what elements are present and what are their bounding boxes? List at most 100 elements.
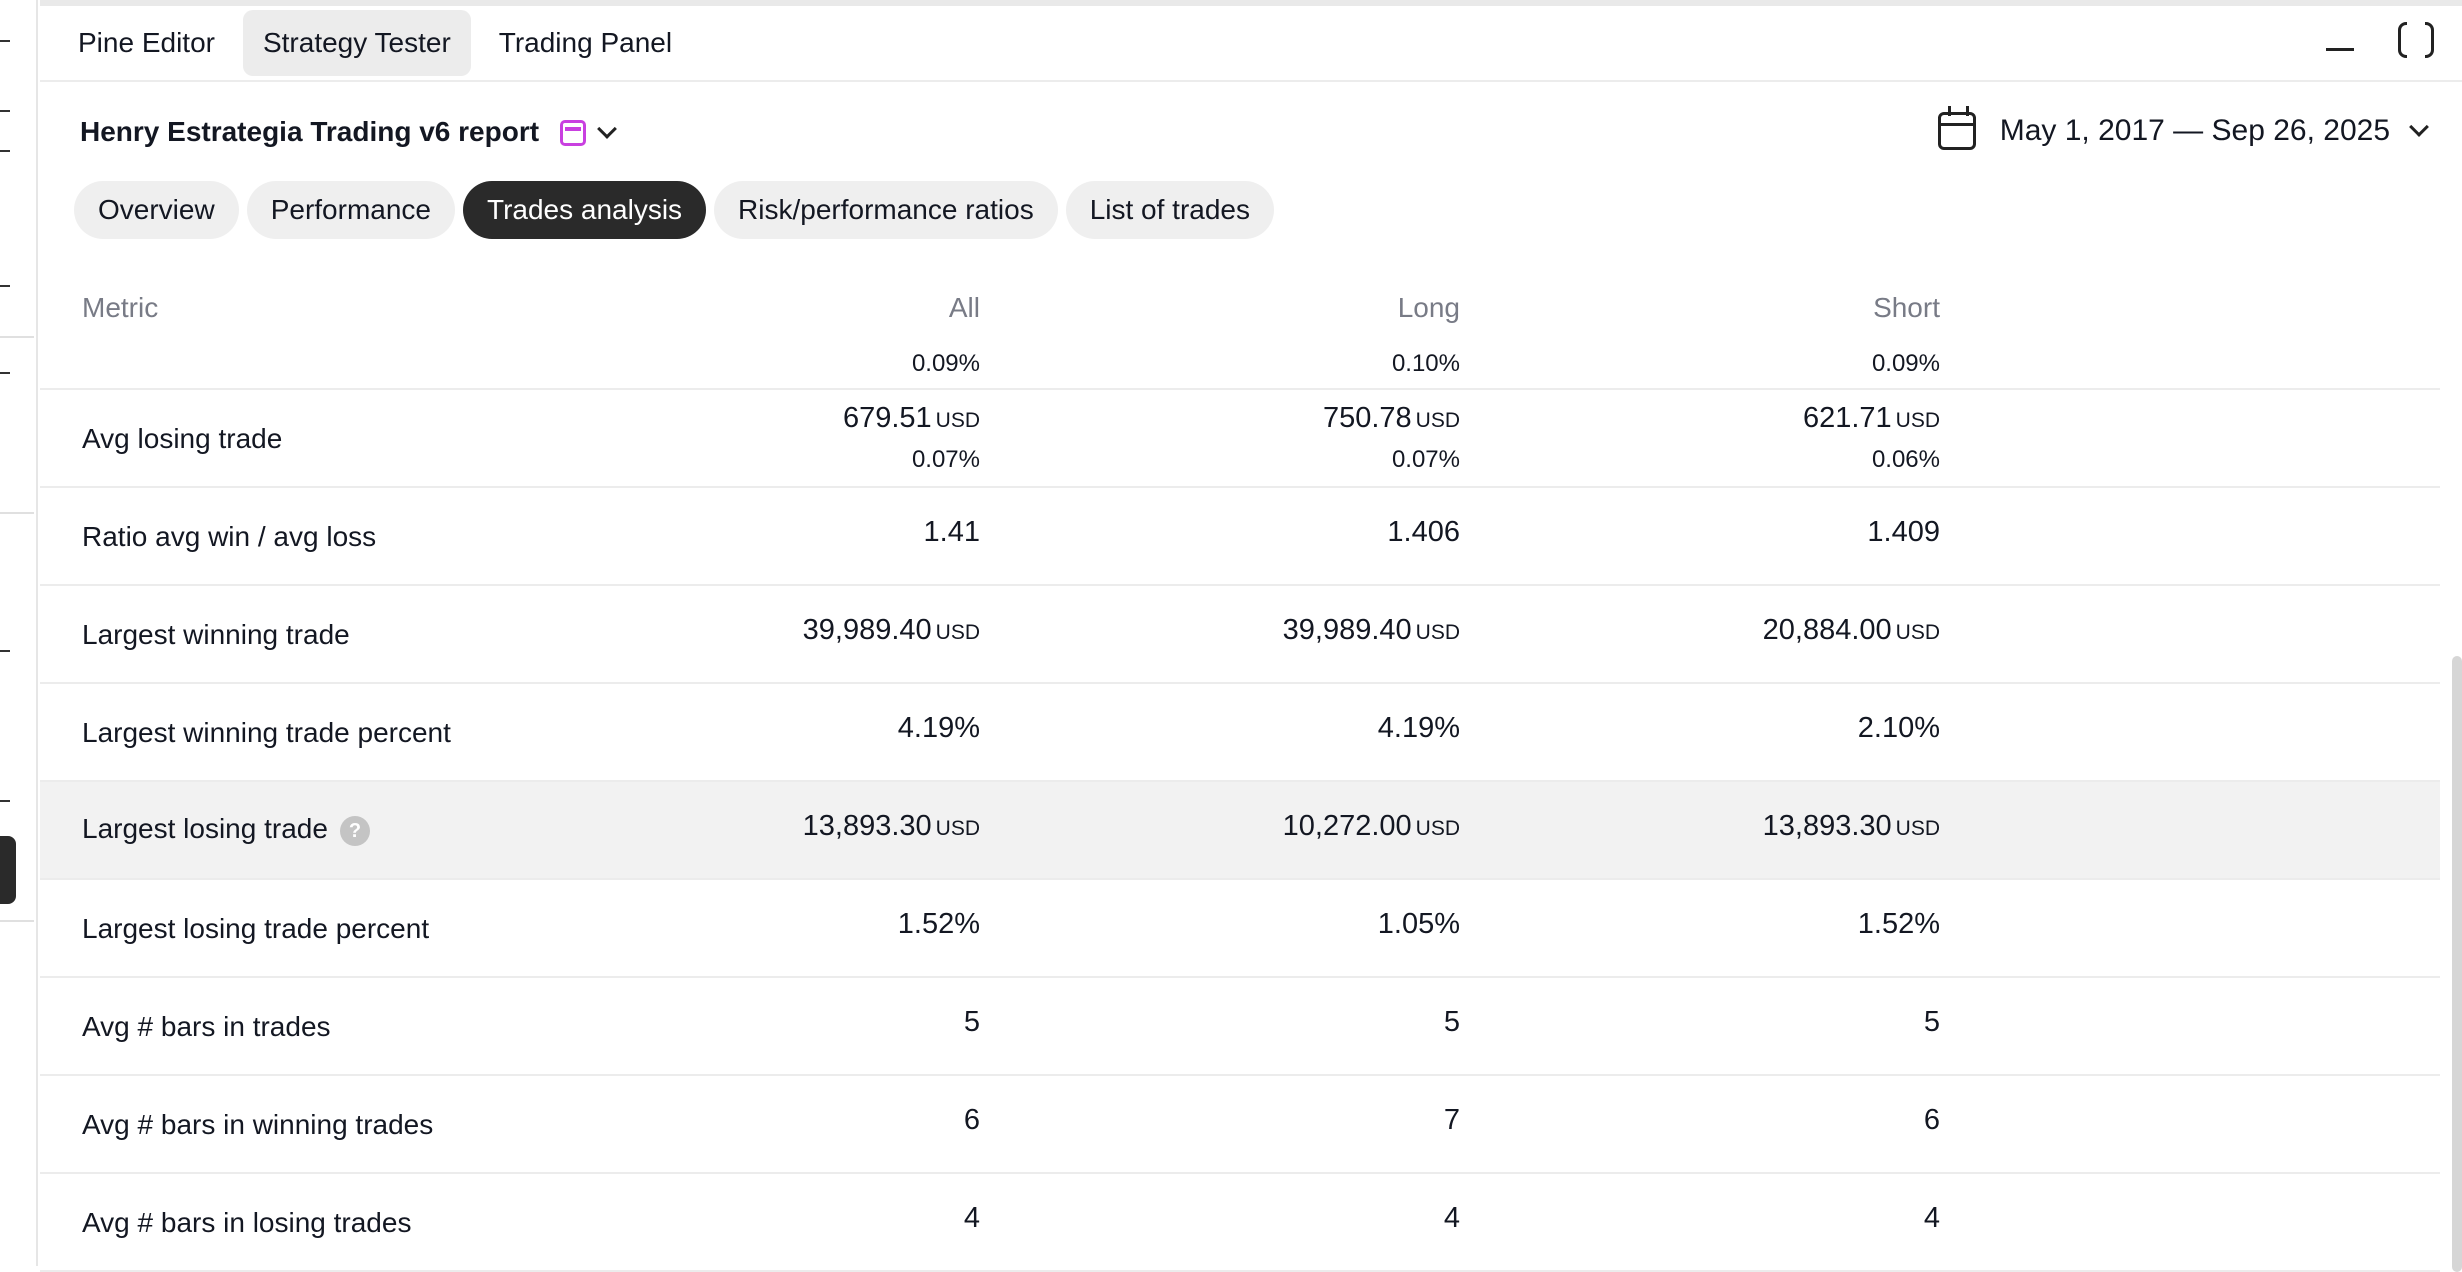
report-header: Henry Estrategia Trading v6 report May 1…	[40, 82, 2462, 178]
chevron-down-icon[interactable]	[597, 119, 617, 139]
unit: USD	[935, 409, 980, 432]
value: 10,272.00	[1282, 810, 1412, 842]
toolbar-fragment	[0, 650, 10, 652]
metric-label: Avg # bars in trades	[82, 1011, 331, 1042]
header-long: Long	[1397, 292, 1460, 323]
value-long: 39,989.40 USD	[1160, 614, 1460, 647]
value-all: 6	[963, 1104, 980, 1136]
toolbar-active-item[interactable]	[0, 836, 16, 904]
value-all: 39,989.40 USD	[680, 614, 980, 647]
unit: USD	[1895, 409, 1940, 432]
vertical-scrollbar[interactable]	[2452, 656, 2462, 1272]
date-range-selector[interactable]: May 1, 2017 — Sep 26, 2025	[1937, 106, 2429, 150]
pct-long: 0.10%	[1391, 350, 1460, 377]
strategy-tester-panel: Pine Editor Strategy Tester Trading Pane…	[40, 0, 2462, 1272]
tab-trades-analysis[interactable]: Trades analysis	[463, 181, 707, 239]
table-row: Avg # bars in trades 5 5 5	[40, 978, 2440, 1076]
value-all: 5	[963, 1006, 980, 1038]
tab-strategy-tester[interactable]: Strategy Tester	[242, 10, 471, 76]
table-row: Ratio avg win / avg loss 1.41 1.406 1.40…	[40, 488, 2440, 586]
value: 13,893.30	[802, 810, 932, 842]
tab-overview[interactable]: Overview	[74, 181, 239, 239]
report-title[interactable]: Henry Estrategia Trading v6 report	[80, 116, 539, 148]
metric-label: Largest losing trade percent	[82, 913, 430, 944]
table-row: Avg # bars in winning trades 6 7 6	[40, 1076, 2440, 1174]
value-short: 4	[1923, 1202, 1940, 1234]
calendar-icon	[1937, 106, 1976, 150]
value: 39,989.40	[802, 614, 932, 646]
header-metric: Metric	[82, 292, 159, 323]
report-sub-tabs: Overview Performance Trades analysis Ris…	[40, 178, 2462, 242]
table-header: Metric All Long Short	[40, 276, 2440, 346]
help-icon[interactable]: ?	[339, 815, 370, 846]
toolbar-divider	[0, 920, 34, 922]
value-all: 1.52%	[897, 908, 980, 940]
value-short: 6	[1923, 1104, 1940, 1136]
toolbar-fragment	[0, 800, 10, 802]
table-row-highlighted[interactable]: Largest losing trade? 13,893.30 USD 10,27…	[40, 782, 2440, 880]
metric-label: Ratio avg win / avg loss	[82, 521, 377, 552]
value-short: 5	[1923, 1006, 1940, 1038]
toolbar-fragment	[0, 110, 10, 112]
metric-label: Avg # bars in winning trades	[82, 1109, 434, 1140]
table-row: Largest losing trade percent 1.52% 1.05%…	[40, 880, 2440, 978]
metric-label: Avg # bars in losing trades	[82, 1207, 412, 1238]
value-short: 13,893.30 USD	[1640, 810, 1940, 843]
value: 750.78	[1322, 402, 1412, 434]
value-long: 4.19%	[1377, 712, 1460, 744]
value-all: 4.19%	[897, 712, 980, 744]
pct-short: 0.06%	[1871, 446, 1940, 473]
tab-risk-performance-ratios[interactable]: Risk/performance ratios	[714, 181, 1058, 239]
toolbar-fragment	[0, 150, 10, 152]
pct-all: 0.07%	[911, 446, 980, 473]
table-row: Avg # bars in losing trades 4 4 4	[40, 1174, 2440, 1272]
unit: USD	[1895, 817, 1940, 840]
value-long: 7	[1443, 1104, 1460, 1136]
value-short: 1.52%	[1857, 908, 1940, 940]
maximize-icon[interactable]	[2398, 21, 2434, 59]
trades-analysis-table: Metric All Long Short 0.09% 0.10% 0.09% …	[40, 276, 2440, 1272]
pct-short: 0.09%	[1871, 350, 1940, 377]
toolbar-fragment	[0, 372, 10, 374]
unit: USD	[1415, 817, 1460, 840]
value-all: 1.41	[923, 516, 980, 548]
chevron-down-icon	[2409, 117, 2429, 137]
unit: USD	[1895, 621, 1940, 644]
value: 20,884.00	[1762, 614, 1892, 646]
unit: USD	[935, 817, 980, 840]
table-row: Avg losing trade 679.51 USD 750.78 USD 621…	[40, 390, 2440, 488]
unit: USD	[935, 621, 980, 644]
date-range-text: May 1, 2017 — Sep 26, 2025	[1999, 114, 2390, 147]
calendar-badge-icon[interactable]	[560, 120, 586, 146]
unit: USD	[1415, 409, 1460, 432]
tab-trading-panel[interactable]: Trading Panel	[479, 10, 692, 76]
header-all: All	[948, 292, 980, 323]
value-long: 750.78 USD	[1160, 402, 1460, 435]
value-all: 4	[963, 1202, 980, 1234]
toolbar-fragment	[0, 285, 10, 287]
table-row: Largest winning trade percent 4.19% 4.19…	[40, 684, 2440, 782]
minimize-icon[interactable]	[2326, 25, 2354, 55]
value-all: 13,893.30 USD	[680, 810, 980, 843]
tab-pine-editor[interactable]: Pine Editor	[58, 10, 235, 76]
value-short: 621.71 USD	[1640, 402, 1940, 435]
metric-label-text: Largest losing trade	[82, 813, 328, 844]
value-all: 679.51 USD	[680, 402, 980, 435]
table-row-partial: 0.09% 0.10% 0.09%	[40, 346, 2440, 390]
metric-label: Largest winning trade	[82, 619, 350, 650]
value-long: 10,272.00 USD	[1160, 810, 1460, 843]
value-short: 20,884.00 USD	[1640, 614, 1940, 647]
value: 39,989.40	[1282, 614, 1412, 646]
tab-performance[interactable]: Performance	[246, 181, 455, 239]
value-long: 1.05%	[1377, 908, 1460, 940]
value-short: 2.10%	[1857, 712, 1940, 744]
value-long: 4	[1443, 1202, 1460, 1234]
left-toolbar-strip	[0, 0, 38, 1266]
unit: USD	[1415, 621, 1460, 644]
metric-label: Avg losing trade	[82, 423, 283, 454]
toolbar-fragment	[0, 40, 10, 42]
header-short: Short	[1873, 292, 1940, 323]
tab-list-of-trades[interactable]: List of trades	[1065, 181, 1275, 239]
metric-label: Largest winning trade percent	[82, 717, 451, 748]
value: 621.71	[1802, 402, 1892, 434]
